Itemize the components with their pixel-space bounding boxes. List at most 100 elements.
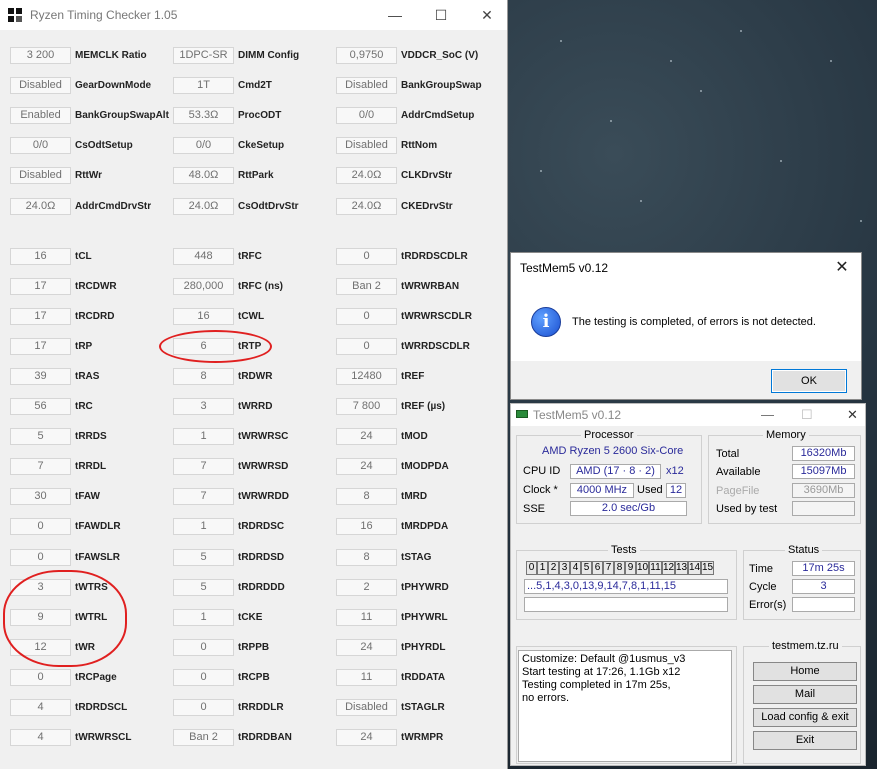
test-number: 8	[614, 561, 625, 575]
test-number: 10	[636, 561, 649, 575]
test-number: 2	[548, 561, 559, 575]
load-config-exit-button[interactable]: Load config & exit	[753, 708, 857, 727]
dialog-close-icon[interactable]: ✕	[831, 257, 853, 277]
exit-button[interactable]: Exit	[753, 731, 857, 750]
title-bar[interactable]: Ryzen Timing Checker 1.05 — ☐ ✕	[0, 0, 507, 30]
timing-value: Disabled	[336, 137, 397, 155]
timing-value: Disabled	[10, 77, 71, 95]
test-number: 3	[559, 561, 570, 575]
test-number: 9	[625, 561, 636, 575]
timing-value: 0	[336, 307, 397, 325]
test-number: 14	[688, 561, 701, 575]
timing-label: tRDRDBAN	[238, 732, 292, 744]
timing-label: AddrCmdSetup	[401, 110, 475, 122]
test-progress	[524, 597, 728, 612]
timing-value: 12480	[336, 367, 397, 385]
timing-label: tMOD	[401, 431, 428, 443]
timing-value: 2	[336, 578, 397, 596]
timing-value: 0	[173, 638, 234, 656]
timing-value: 56	[10, 398, 71, 415]
test-number: 0	[526, 561, 537, 575]
timing-value: 1T	[173, 77, 234, 95]
timing-value: 30	[10, 488, 71, 506]
timing-label: AddrCmdDrvStr	[75, 200, 152, 212]
timing-label: MEMCLK Ratio	[75, 50, 147, 61]
tm-maximize-button[interactable]: ☐	[801, 407, 813, 423]
timing-label: CkeSetup	[238, 140, 285, 152]
timing-value: 24.0Ω	[10, 197, 71, 215]
timing-label: tPHYWRL	[401, 611, 448, 623]
timing-label: tREF (µs)	[401, 401, 446, 412]
timing-value: 16	[10, 247, 71, 265]
timing-label: tWRWRSCDLR	[401, 310, 472, 322]
used-threads-value: 12	[666, 483, 686, 498]
test-number: 15	[701, 561, 714, 575]
timing-value: 3	[173, 398, 234, 415]
total-label: Total	[716, 448, 740, 460]
dialog-footer: OK	[511, 361, 861, 399]
timing-label: tPHYRDL	[401, 641, 446, 653]
close-button[interactable]: ✕	[464, 0, 510, 30]
timing-value: 7 800	[336, 398, 397, 415]
timing-label: RttNom	[401, 140, 438, 152]
cycle-value: 3	[792, 579, 855, 594]
timing-label: tWRWRBAN	[401, 280, 460, 292]
timing-label: tMODPDA	[401, 461, 449, 473]
home-button[interactable]: Home	[753, 662, 857, 681]
log-line: no errors.	[522, 692, 570, 704]
timing-label: tRPPB	[238, 641, 270, 653]
timing-value: 24.0Ω	[173, 197, 234, 215]
info-icon: i	[531, 307, 561, 337]
timing-value: Disabled	[336, 699, 397, 716]
timing-value: 448	[173, 247, 234, 265]
timing-label: tWRWRSC	[238, 431, 289, 443]
timing-label: tSTAG	[401, 551, 432, 563]
test-number: 1	[537, 561, 548, 575]
minimize-button[interactable]: —	[372, 0, 418, 30]
window-title: Ryzen Timing Checker 1.05	[30, 8, 178, 22]
timing-value: 1	[173, 608, 234, 626]
timing-value: 24	[336, 638, 397, 656]
tm-close-button[interactable]: ✕	[847, 407, 858, 423]
timing-label: tRC	[75, 401, 93, 412]
maximize-button[interactable]: ☐	[418, 0, 464, 30]
timing-value: Disabled	[336, 77, 397, 95]
timing-label: tCWL	[238, 310, 265, 322]
timing-value: 24.0Ω	[336, 167, 397, 185]
timing-value: 0	[173, 699, 234, 716]
timing-value: 4	[10, 699, 71, 716]
cpu-id-value: AMD (17 · 8 · 2)	[570, 464, 661, 479]
log-output[interactable]: Customize: Default @1usmus_v3 Start test…	[518, 650, 732, 762]
timing-value: 0	[10, 548, 71, 566]
timing-value: 11	[336, 668, 397, 686]
test-number: 6	[592, 561, 603, 575]
ok-button[interactable]: OK	[771, 369, 847, 393]
log-line: Start testing at 17:26, 1.1Gb x12	[522, 666, 681, 678]
timing-value: 0/0	[10, 137, 71, 155]
timing-label: VDDCR_SoC (V)	[401, 50, 479, 61]
timing-label: tWRRD	[238, 401, 273, 412]
timing-label: tCKE	[238, 611, 263, 623]
timing-value: 5	[10, 428, 71, 446]
timing-value: 4	[10, 729, 71, 747]
timing-label: tRCDWR	[75, 280, 117, 292]
errors-value	[792, 597, 855, 612]
timing-label: tFAWSLR	[75, 551, 120, 563]
completion-dialog: TestMem5 v0.12 ✕ i The testing is comple…	[510, 252, 862, 400]
timing-label: tREF	[401, 370, 425, 382]
cpu-id-label: CPU ID	[523, 465, 561, 477]
timing-value: 1	[173, 428, 234, 446]
timing-label: tWRRDSCDLR	[401, 340, 470, 352]
mail-button[interactable]: Mail	[753, 685, 857, 704]
test-number: 4	[570, 561, 581, 575]
timing-label: tWRWRSD	[238, 461, 289, 473]
timing-value: 0	[10, 518, 71, 536]
tm-minimize-button[interactable]: —	[761, 407, 774, 422]
timing-label: tPHYWRD	[401, 581, 449, 593]
testmem-title: TestMem5 v0.12	[533, 408, 622, 422]
dialog-title: TestMem5 v0.12	[520, 261, 609, 275]
timing-label: ProcODT	[238, 110, 282, 122]
testmem-title-bar[interactable]: TestMem5 v0.12 — ☐ ✕	[511, 404, 865, 426]
timing-value: 7	[10, 458, 71, 476]
site-header: testmem.tz.ru	[769, 640, 842, 652]
